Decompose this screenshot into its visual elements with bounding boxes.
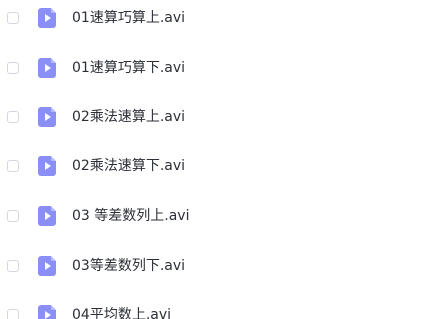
file-row[interactable]: 01速算巧算下.avi — [0, 52, 436, 86]
row-checkbox[interactable] — [7, 12, 19, 24]
file-row[interactable]: 02乘法速算上.avi — [0, 101, 436, 135]
file-name[interactable]: 03等差数列下.avi — [72, 257, 185, 275]
video-file-icon — [38, 107, 56, 127]
file-row[interactable]: 02乘法速算下.avi — [0, 150, 436, 184]
file-row[interactable]: 04平均数上.avi — [0, 299, 436, 319]
file-name[interactable]: 03 等差数列上.avi — [72, 207, 189, 225]
video-file-icon — [38, 8, 56, 28]
row-checkbox[interactable] — [7, 210, 19, 222]
video-file-icon — [38, 305, 56, 319]
row-checkbox[interactable] — [7, 111, 19, 123]
row-checkbox[interactable] — [7, 62, 19, 74]
file-name[interactable]: 01速算巧算上.avi — [72, 9, 185, 27]
file-name[interactable]: 02乘法速算下.avi — [72, 157, 185, 175]
video-file-icon — [38, 256, 56, 276]
row-checkbox[interactable] — [7, 260, 19, 272]
file-name[interactable]: 01速算巧算下.avi — [72, 59, 185, 77]
file-row[interactable]: 03等差数列下.avi — [0, 250, 436, 284]
video-file-icon — [38, 206, 56, 226]
video-file-icon — [38, 58, 56, 78]
row-checkbox[interactable] — [7, 309, 19, 319]
video-file-icon — [38, 156, 56, 176]
file-name[interactable]: 04平均数上.avi — [72, 306, 171, 319]
row-checkbox[interactable] — [7, 160, 19, 172]
file-name[interactable]: 02乘法速算上.avi — [72, 108, 185, 126]
file-row[interactable]: 01速算巧算上.avi — [0, 2, 436, 36]
file-row[interactable]: 03 等差数列上.avi — [0, 200, 436, 234]
file-list: 01速算巧算上.avi 01速算巧算下.avi 02乘法速算上.avi 02乘法… — [0, 0, 436, 319]
